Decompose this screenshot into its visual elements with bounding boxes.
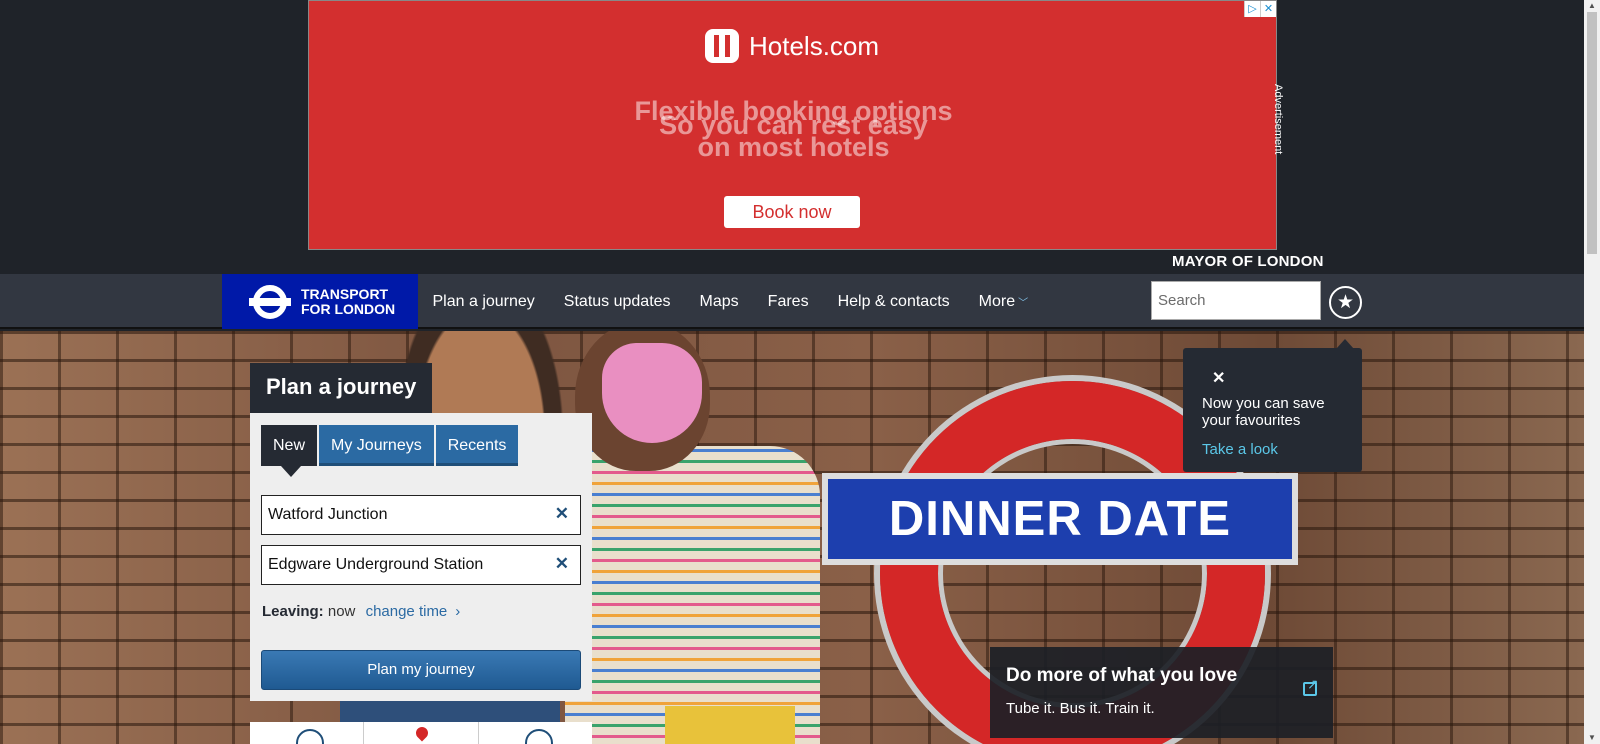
scrollbar-thumb[interactable] — [1587, 12, 1597, 254]
map-pin-icon — [413, 724, 431, 742]
roundel-sign-bar: DINNER DATE — [822, 473, 1298, 565]
to-input[interactable] — [262, 546, 542, 584]
logo-line-1: TRANSPORT — [301, 285, 389, 302]
ad-brand-name: Hotels.com — [749, 30, 880, 61]
hotels-advert[interactable]: Hotels.com Flexible booking options So y… — [308, 0, 1277, 250]
roundel-icon — [249, 284, 291, 319]
ad-strip: Hotels.com Flexible booking options So y… — [0, 0, 1584, 274]
leaving-value: now — [327, 603, 356, 620]
nav-fares[interactable]: Fares — [753, 293, 823, 311]
advertisement-label: Advertisement — [1272, 84, 1284, 155]
from-field: ✕ — [261, 495, 581, 535]
from-input[interactable] — [262, 496, 542, 534]
scroll-up-icon[interactable]: ▲ — [1584, 0, 1600, 12]
nav-help-contacts[interactable]: Help & contacts — [823, 293, 964, 311]
quick-link-3[interactable] — [479, 722, 592, 744]
nav-more[interactable]: More ﹀ — [964, 293, 1042, 311]
favourites-star-button[interactable]: ★ — [1329, 286, 1362, 319]
hotels-logo-icon — [705, 29, 739, 63]
mayor-of-london-label[interactable]: MAYOR OF LONDON — [1172, 253, 1324, 270]
quick-link-1[interactable] — [250, 722, 365, 744]
close-icon[interactable]: ✕ — [1212, 368, 1225, 388]
search-input[interactable] — [1151, 281, 1321, 320]
to-field: ✕ — [261, 545, 581, 585]
ad-book-now-button[interactable]: Book now — [724, 196, 860, 228]
star-icon: ★ — [1336, 292, 1355, 313]
change-time-link[interactable]: change time — [366, 603, 448, 620]
chevron-down-icon: ﹀ — [1018, 297, 1029, 309]
nav-maps[interactable]: Maps — [685, 293, 753, 311]
tab-new[interactable]: New — [261, 425, 318, 477]
favourites-message: Now you can save your favourites — [1202, 395, 1325, 429]
nav-more-label: More — [978, 292, 1016, 310]
clear-from-icon[interactable]: ✕ — [555, 504, 569, 524]
chevron-right-icon[interactable]: › — [455, 603, 460, 620]
ad-brand-logo: Hotels.com — [705, 29, 879, 63]
logo-line-2: FOR LONDON — [301, 300, 396, 317]
leaving-label: Leaving: — [262, 603, 324, 620]
promo-card[interactable]: Do more of what you love Tube it. Bus it… — [990, 647, 1333, 738]
journey-tabs: New My Journeys Recents — [261, 425, 519, 477]
ad-headline-3: on most hotels — [697, 132, 890, 162]
plan-journey-title: Plan a journey — [250, 363, 433, 413]
page-scrollbar[interactable]: ▲ ▼ — [1584, 0, 1600, 744]
tab-my-journeys[interactable]: My Journeys — [319, 425, 434, 466]
take-a-look-link[interactable]: Take a look — [1202, 441, 1278, 458]
external-link-icon — [1303, 676, 1319, 696]
clear-to-icon[interactable]: ✕ — [555, 554, 569, 574]
promo-subtitle: Tube it. Bus it. Train it. — [1006, 700, 1155, 717]
clock-icon — [296, 729, 324, 744]
plan-my-journey-button[interactable]: Plan my journey — [261, 650, 581, 690]
quick-link-2[interactable] — [364, 722, 479, 744]
main-nav: TRANSPORT FOR LONDON Plan a journey Stat… — [0, 274, 1584, 329]
nav-plan-journey[interactable]: Plan a journey — [418, 293, 549, 311]
favourites-tooltip: ✕ Now you can save your favourites Take … — [1183, 339, 1362, 472]
scroll-down-icon[interactable]: ▼ — [1584, 732, 1600, 744]
promo-title: Do more of what you love — [1006, 665, 1238, 686]
globe-icon — [524, 729, 553, 744]
ad-close-icon[interactable]: ✕ — [1260, 1, 1276, 17]
ad-choices[interactable]: ▷ ✕ — [1244, 1, 1276, 17]
tfl-logo[interactable]: TRANSPORT FOR LONDON — [222, 274, 418, 329]
adchoices-icon[interactable]: ▷ — [1244, 1, 1260, 17]
nav-items: Plan a journey Status updates Maps Fares… — [418, 274, 1043, 329]
nav-status-updates[interactable]: Status updates — [549, 293, 685, 311]
plan-journey-panel: New My Journeys Recents ✕ ✕ Leaving: now… — [250, 413, 592, 701]
logo-text: TRANSPORT FOR LONDON — [301, 285, 396, 317]
tab-recents[interactable]: Recents — [435, 425, 519, 466]
quick-links — [250, 722, 592, 744]
leaving-row: Leaving: now change time › — [262, 603, 460, 620]
